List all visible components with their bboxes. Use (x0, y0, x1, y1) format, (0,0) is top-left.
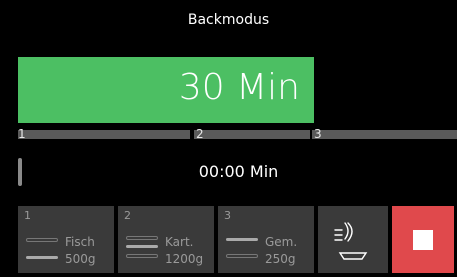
tray-slot-icon (126, 245, 158, 248)
stage-card-1[interactable]: 1 Fisch 500g (18, 206, 114, 273)
stage-card-weight: 500g (65, 252, 96, 266)
convection-fan-button[interactable] (318, 206, 388, 273)
tray-slot-icon (26, 256, 58, 259)
tray-slot-icon (26, 238, 58, 242)
stage-card-3[interactable]: 3 Gem. 250g (218, 206, 314, 273)
stage-card-food: Fisch (65, 235, 95, 249)
convection-fan-icon (334, 222, 368, 260)
cook-time-value: 30 Min (178, 67, 300, 108)
cook-time-display[interactable]: 30 Min (18, 57, 314, 123)
stop-square-icon (413, 230, 433, 250)
elapsed-time: 00:00 Min (198, 162, 279, 181)
stage-card-number: 1 (24, 209, 31, 222)
stage-bar-label-3: 3 (314, 127, 322, 141)
tray-slot-icon (126, 236, 158, 240)
stage-bar-2 (194, 130, 310, 139)
stop-button[interactable] (392, 206, 454, 273)
stage-card-food: Gem. (265, 235, 298, 249)
stage-bar-label-1: 1 (18, 127, 26, 141)
stage-bar-1 (18, 130, 190, 139)
tray-slot-icon (226, 254, 258, 258)
stage-card-food: Kart. (165, 235, 194, 249)
tray-slot-icon (226, 238, 258, 241)
stage-card-weight: 250g (265, 252, 296, 266)
page-title: Backmodus (187, 12, 270, 28)
stage-card-number: 2 (124, 209, 131, 222)
stage-card-number: 3 (224, 209, 231, 222)
tray-slot-icon (126, 254, 158, 258)
stage-bar-label-2: 2 (196, 127, 204, 141)
stage-card-weight: 1200g (165, 252, 204, 266)
stage-card-2[interactable]: 2 Kart. 1200g (118, 206, 214, 273)
stage-bar-3 (312, 130, 457, 139)
